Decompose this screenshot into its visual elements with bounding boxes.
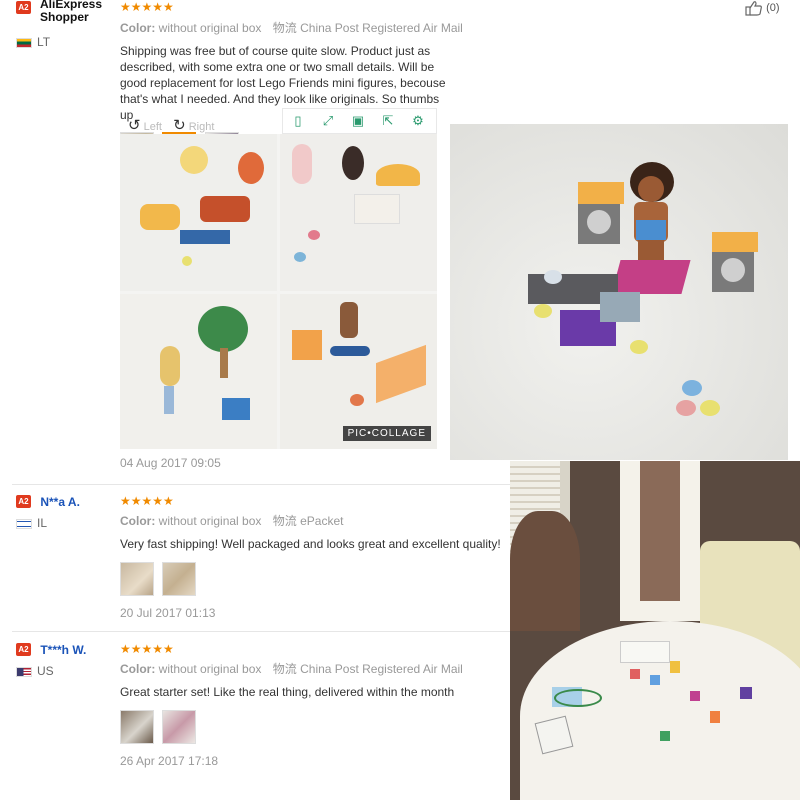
star-rating: ★★★★★ [120, 0, 174, 14]
share-icon[interactable]: ⇱ [373, 109, 403, 133]
star-rating: ★★★★★ [120, 494, 174, 508]
logistics-value: China Post Registered Air Mail [300, 662, 463, 676]
photo-thumbnail[interactable] [162, 710, 197, 744]
logistics-value: ePacket [300, 514, 344, 528]
country-code: US [37, 663, 54, 678]
collage-photo-skate: PIC•COLLAGE [280, 294, 437, 449]
review-date: 26 Apr 2017 17:18 [120, 754, 219, 768]
buyer-level-badge: A2 [16, 643, 31, 657]
photo-thumbnail[interactable] [120, 710, 154, 744]
rotate-left-label: Left [143, 121, 162, 133]
color-label: Color: [120, 21, 156, 35]
order-info: Color: without original box 物流 China Pos… [120, 19, 510, 36]
country-code: LT [37, 35, 51, 49]
logistics-label: 物流 [272, 514, 297, 528]
review-date: 20 Jul 2017 01:13 [120, 606, 216, 620]
reviewer-country: US [16, 664, 116, 678]
reviewer-name[interactable]: T***h W. [40, 643, 86, 657]
star-rating: ★★★★★ [120, 642, 174, 656]
reviewer-name[interactable]: N**a A. [40, 495, 80, 509]
collage-photo-tree [120, 294, 277, 449]
collage-photo-stall [280, 134, 437, 291]
settings-icon[interactable]: ⚙ [403, 109, 433, 133]
rotate-left-button[interactable]: ↺ Left [128, 117, 162, 134]
review-photo-figure-speakers[interactable] [450, 124, 788, 460]
color-label: Color: [120, 514, 156, 528]
rotate-left-icon: ↺ [128, 117, 141, 134]
order-info: Color: without original box 物流 ePacket [120, 512, 510, 529]
save-icon[interactable]: ▣ [343, 109, 373, 133]
rotate-controls: ↺ Left ↻ Right [128, 116, 214, 134]
viewer-toolbar: ▯ ⤢ ▣ ⇱ ⚙ [282, 108, 437, 134]
review-photo-table-scene[interactable] [510, 461, 800, 800]
photo-thumbnail[interactable] [120, 562, 154, 596]
color-value: without original box [158, 514, 262, 528]
country-code: IL [37, 515, 48, 530]
helpful-vote[interactable]: (0) [745, 0, 780, 16]
fullscreen-icon[interactable]: ⤢ [313, 109, 343, 133]
review-text: Great starter set! Like the real thing, … [120, 685, 455, 699]
reviewer: A2 N**a A. IL [16, 494, 116, 530]
divider [12, 484, 510, 485]
flag-lt-icon [16, 37, 32, 48]
review-date: 04 Aug 2017 09:05 [120, 456, 221, 470]
color-value: without original box [158, 662, 262, 676]
rotate-right-button[interactable]: ↻ Right [173, 117, 215, 134]
reviewer: A2 T***h W. US [16, 642, 116, 678]
logistics-label: 物流 [272, 662, 297, 676]
reviewer: A2 AliExpress Shopper LT [16, 0, 116, 49]
flag-il-icon [16, 518, 32, 529]
divider [12, 631, 510, 632]
review-text: Very fast shipping! Well packaged and lo… [120, 537, 501, 551]
buyer-level-badge: A2 [16, 495, 31, 509]
rotate-right-label: Right [188, 121, 215, 133]
reviewer-country: LT [16, 35, 116, 49]
rotate-right-icon: ↻ [173, 117, 186, 134]
buyer-level-badge: A2 [16, 1, 31, 14]
photo-thumbnail[interactable] [162, 562, 197, 596]
pic-collage-watermark: PIC•COLLAGE [342, 426, 431, 441]
original-size-icon[interactable]: ▯ [283, 109, 313, 133]
review-photo-collage[interactable]: PIC•COLLAGE [120, 134, 437, 449]
logistics-value: China Post Registered Air Mail [300, 21, 463, 35]
photo-viewer: ↺ Left ↻ Right ▯ ⤢ ▣ ⇱ ⚙ PIC•COLLAGE [120, 108, 437, 449]
photo-thumbnails [120, 562, 510, 598]
flag-us-icon [16, 666, 32, 677]
logistics-label: 物流 [272, 21, 297, 35]
collage-photo-bike [120, 134, 277, 291]
reviewer-country: IL [16, 516, 116, 530]
color-value: without original box [158, 21, 262, 35]
order-info: Color: without original box 物流 China Pos… [120, 660, 510, 677]
helpful-count: (0) [766, 1, 780, 14]
thumbs-up-icon [745, 1, 762, 16]
photo-thumbnails [120, 710, 510, 746]
color-label: Color: [120, 662, 156, 676]
